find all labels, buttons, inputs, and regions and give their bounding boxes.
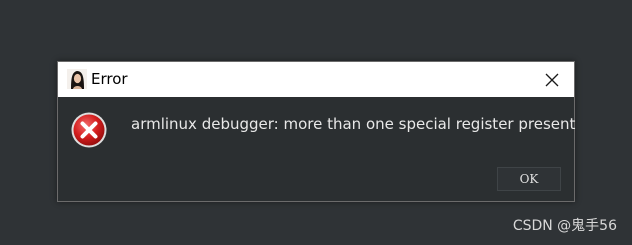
watermark-text: CSDN @鬼手56 [512,218,617,234]
dialog-title: Error [91,70,128,88]
error-dialog: Error armlinux debugger: more than one s… [57,61,575,202]
error-icon [71,112,107,148]
dialog-titlebar: Error [58,62,574,97]
desktop-background: { "window": { "title": "Error", "app_ico… [0,0,632,245]
close-button[interactable] [530,62,574,97]
error-message: armlinux debugger: more than one special… [131,115,576,133]
user-avatar-icon [67,69,87,89]
ok-button[interactable]: OK [497,167,561,191]
close-icon [545,73,559,86]
